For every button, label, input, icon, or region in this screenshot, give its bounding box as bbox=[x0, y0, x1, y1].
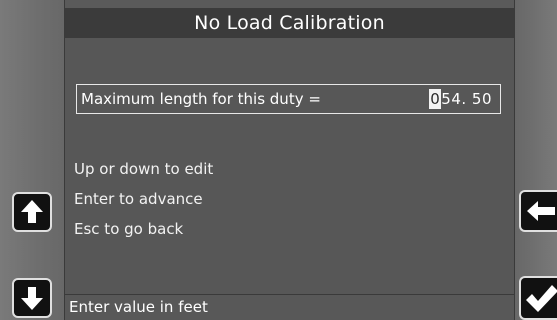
max-length-label: Maximum length for this duty = bbox=[81, 90, 321, 108]
display-screen: No Load Calibration Maximum length for t… bbox=[64, 0, 515, 320]
arrow-down-icon bbox=[21, 287, 43, 310]
max-length-field[interactable]: Maximum length for this duty = 054. 50 bbox=[76, 84, 501, 114]
down-button[interactable] bbox=[12, 278, 52, 318]
instruction-edit: Up or down to edit bbox=[74, 160, 214, 178]
max-length-value[interactable]: 054. 50 bbox=[429, 85, 492, 113]
arrow-up-icon bbox=[21, 200, 43, 223]
right-bezel bbox=[515, 0, 557, 320]
up-button[interactable] bbox=[12, 192, 52, 232]
arrow-left-icon bbox=[527, 201, 555, 221]
instruction-advance: Enter to advance bbox=[74, 190, 203, 208]
edit-cursor-digit[interactable]: 0 bbox=[429, 89, 442, 109]
enter-button[interactable] bbox=[519, 276, 557, 320]
status-bar: Enter value in feet bbox=[65, 294, 514, 320]
title-top-strip bbox=[65, 0, 514, 8]
device-frame: No Load Calibration Maximum length for t… bbox=[0, 0, 557, 320]
left-bezel bbox=[0, 0, 64, 320]
page-title: No Load Calibration bbox=[65, 8, 514, 38]
instruction-back: Esc to go back bbox=[74, 220, 184, 238]
checkmark-icon bbox=[526, 285, 557, 312]
back-button[interactable] bbox=[519, 190, 557, 232]
value-remaining-digits: 54. 50 bbox=[441, 90, 492, 108]
